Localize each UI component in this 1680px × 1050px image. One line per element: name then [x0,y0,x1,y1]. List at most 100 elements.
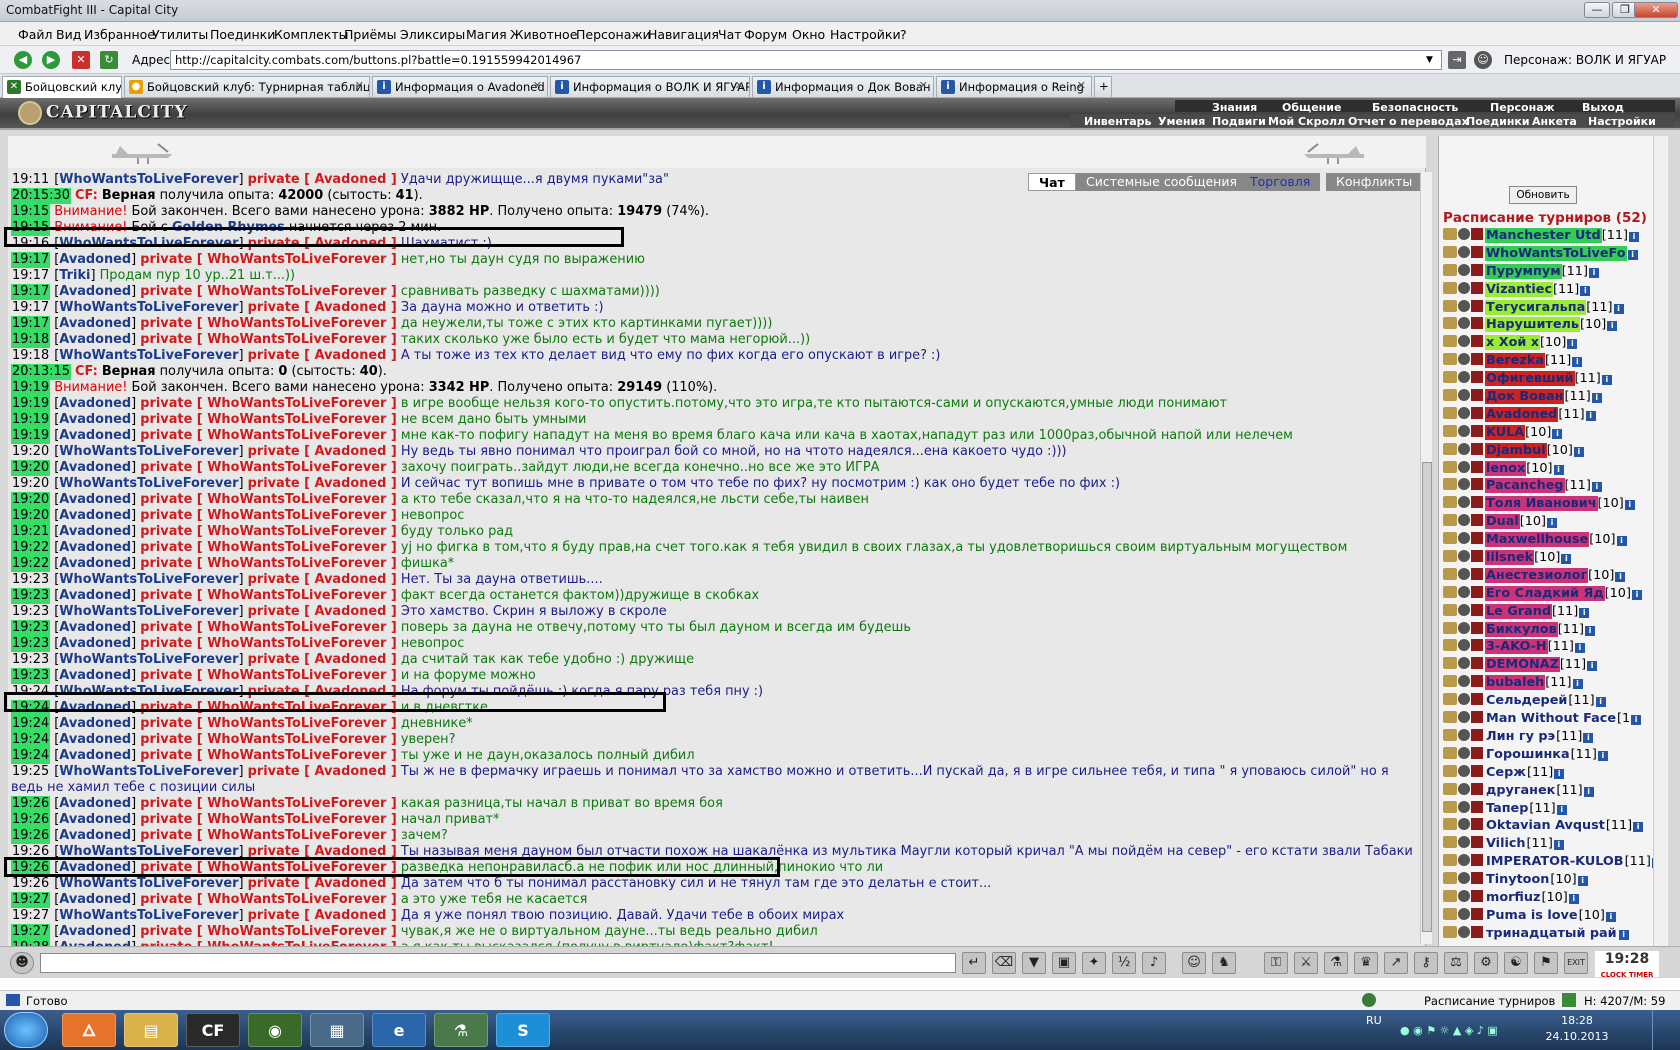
menu-file[interactable]: Файл [18,27,53,42]
player-name[interactable]: Puma is love [1485,908,1579,923]
hand-icon[interactable] [1443,925,1457,938]
hand-icon[interactable] [1443,281,1457,294]
chat-input[interactable] [40,953,956,973]
player-name[interactable]: Vilich [1485,836,1527,851]
menu-techniques[interactable]: Приёмы [344,27,396,42]
app-icon[interactable]: ▦ [310,1013,364,1047]
sender-name[interactable]: WhoWantsToLiveForever [59,476,238,491]
player-name[interactable]: Taпер [1485,801,1529,816]
sender-name[interactable]: WhoWantsToLiveForever [59,444,238,459]
hand-icon[interactable] [1443,317,1457,330]
player-name[interactable]: x Хой x [1485,335,1541,351]
recipient-name[interactable]: WhoWantsToLiveForever [207,428,386,443]
trophy-icon[interactable]: ♛ [1354,952,1378,974]
eraser-icon[interactable]: ⌫ [992,952,1016,974]
recipient-name[interactable]: Avadoned [315,476,387,491]
recipient-name[interactable]: WhoWantsToLiveForever [207,636,386,651]
hand-icon[interactable] [1443,836,1457,849]
player-name[interactable]: KULA [1485,424,1526,440]
tool-icon[interactable]: ⚗ [434,1013,488,1047]
sender-name[interactable]: Avadoned [59,828,131,843]
menu-magic[interactable]: Магия [466,27,507,42]
sender-name[interactable]: Triki [59,268,90,283]
info-icon[interactable]: i [1591,482,1602,493]
info-icon[interactable]: i [1553,464,1564,475]
hand-icon[interactable] [1443,675,1457,688]
player-name[interactable]: Серж [1485,765,1527,780]
recipient-name[interactable]: WhoWantsToLiveForever [207,556,386,571]
hand-icon[interactable] [1443,711,1457,724]
hand-icon[interactable] [1443,424,1457,437]
hand-icon[interactable] [1443,854,1457,867]
sender-name[interactable]: Avadoned [59,636,131,651]
sender-name[interactable]: WhoWantsToLiveForever [59,876,238,891]
refresh-icon[interactable]: ↻ [100,51,118,69]
hand-icon[interactable] [1443,353,1457,366]
sender-name[interactable]: Avadoned [59,668,131,683]
chat-scrollbar[interactable] [1420,172,1432,944]
recipient-name[interactable]: WhoWantsToLiveForever [207,732,386,747]
info-icon[interactable]: i [1613,303,1624,314]
menu-chat[interactable]: Чат [718,27,742,42]
exit-button[interactable]: EXIT [1564,952,1588,974]
player-name[interactable]: morfiuz [1485,890,1541,905]
bag-icon[interactable]: ⚖ [1444,952,1468,974]
player-name[interactable]: Man Without Face [1485,711,1617,726]
explorer-icon[interactable]: ▤ [124,1013,178,1047]
info-icon[interactable]: i [1587,661,1598,672]
nav-my-scroll[interactable]: Мой Скролл [1268,115,1345,128]
recipient-name[interactable]: WhoWantsToLiveForever [207,252,386,267]
player-name[interactable]: lilsnek [1485,550,1535,566]
gear-icon[interactable]: ⚙ [1474,952,1498,974]
player-name[interactable]: Док Вован [1485,389,1565,405]
menu-favorites[interactable]: Избранное [84,27,155,42]
sender-name[interactable]: WhoWantsToLiveForever [59,572,238,587]
sender-name[interactable]: Avadoned [59,492,131,507]
recipient-name[interactable]: WhoWantsToLiveForever [207,892,386,907]
menu-sets[interactable]: Комплекты [274,27,349,42]
sword-icon[interactable]: ⚔ [1294,952,1318,974]
player-name[interactable]: Oktavian Avqust [1485,818,1606,833]
hand-icon[interactable] [1443,657,1457,670]
hand-icon[interactable] [1443,693,1457,706]
refresh-icon[interactable] [1562,993,1576,1007]
back-icon[interactable]: ◀ [14,51,32,69]
info-icon[interactable]: i [1629,232,1639,242]
nav-security[interactable]: Безопасность [1372,101,1458,114]
player-name[interactable]: Tinytoon [1485,872,1550,887]
player-name[interactable]: Горошинка [1485,747,1571,762]
tab-fight-club[interactable]: ✕ Бойцовский клуб [2,76,122,98]
chrome-icon[interactable]: ◉ [248,1013,302,1047]
sender-name[interactable]: Avadoned [59,588,131,603]
new-tab-button[interactable]: + [1094,76,1112,97]
sender-name[interactable]: Avadoned [59,316,131,331]
info-icon[interactable]: i [1572,357,1583,368]
player-name[interactable]: WhoWantsToLiveFo [1485,245,1627,261]
player-name[interactable]: Пурумпум [1485,263,1562,279]
close-icon[interactable]: ✕ [355,79,364,92]
smiley-icon[interactable]: ☻ [10,952,34,974]
sender-name[interactable]: Avadoned [59,428,131,443]
menu-forum[interactable]: Форум [744,27,787,42]
hand-icon[interactable] [1443,639,1457,652]
info-icon[interactable]: i [1552,428,1563,439]
sender-name[interactable]: Avadoned [59,540,131,555]
recipient-name[interactable]: WhoWantsToLiveForever [207,540,386,555]
sender-name[interactable]: Avadoned [59,924,131,939]
tab-info-avadoned[interactable]: i Информация о Avadoned ✕ [372,76,548,97]
menu-utils[interactable]: Утилиты [152,27,208,42]
sender-name[interactable]: Avadoned [59,892,131,907]
recipient-name[interactable]: Avadoned [315,572,387,587]
language-indicator[interactable]: RU [1366,1014,1382,1027]
player-name[interactable]: Офигевший [1485,371,1575,387]
close-icon[interactable]: ✕ [533,79,542,92]
hand-icon[interactable] [1443,907,1457,920]
info-icon[interactable]: i [1577,876,1588,887]
hand-icon[interactable] [1443,550,1457,563]
hand-icon[interactable] [1443,585,1457,598]
emoji-icon[interactable]: ☺ [1182,952,1206,974]
flag-icon[interactable]: ⚑ [1534,952,1558,974]
info-icon[interactable]: i [1574,643,1585,654]
sender-name[interactable]: Avadoned [59,796,131,811]
nav-skills[interactable]: Умения [1158,115,1205,128]
